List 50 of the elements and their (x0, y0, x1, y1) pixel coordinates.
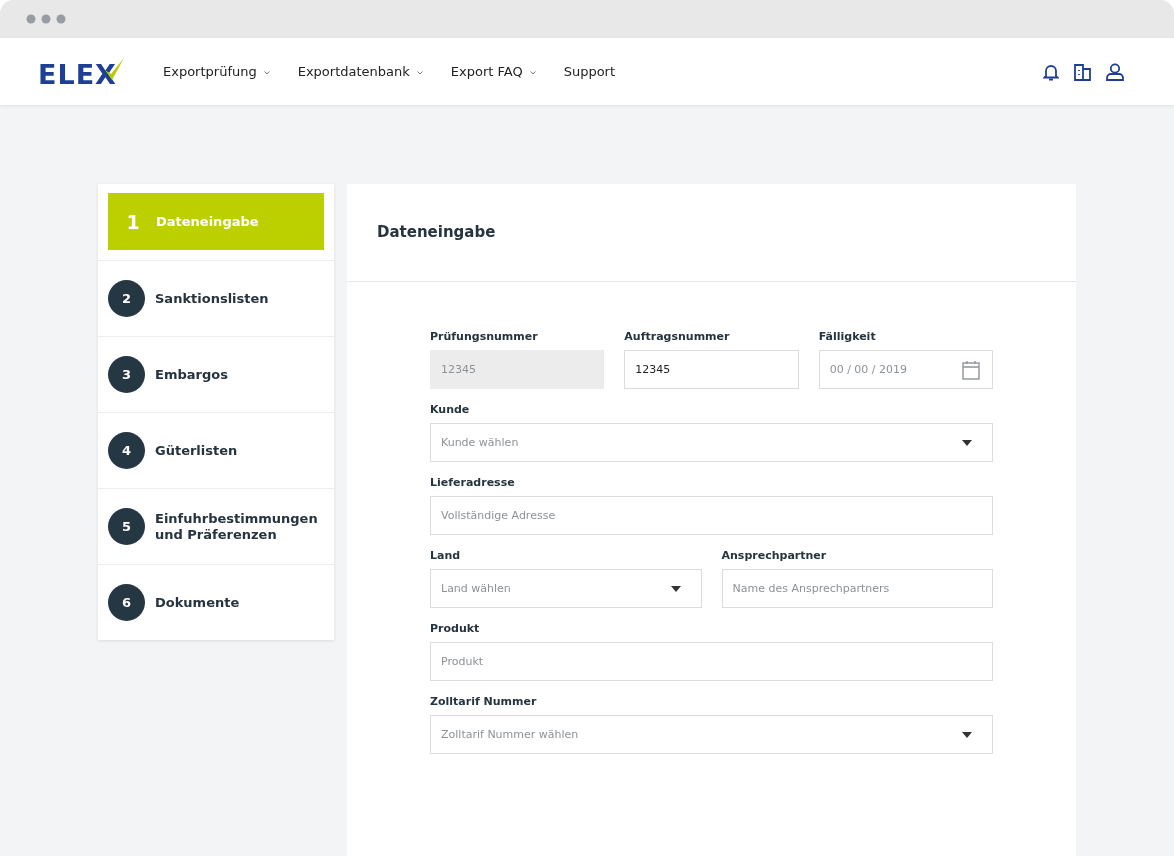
step-number: 2 (108, 280, 145, 317)
chevron-down-icon (263, 70, 270, 75)
select-field[interactable]: Zolltarif Nummer wählen (430, 715, 993, 754)
step-number: 1 (125, 209, 141, 235)
step-label: Dokumente (155, 594, 240, 611)
chevron-down-icon (529, 70, 536, 75)
date-field[interactable]: 00 / 00 / 2019 (818, 350, 993, 389)
select-field[interactable]: Kunde wählen (430, 423, 993, 462)
user-icon[interactable] (1106, 62, 1124, 81)
caret-icon[interactable] (670, 585, 681, 592)
step-label: Sanktionslisten (155, 290, 269, 307)
nav-link[interactable]: Support (563, 64, 616, 79)
step-label: Embargos (155, 366, 228, 383)
input-field[interactable]: Produkt (430, 642, 993, 681)
nav-link[interactable]: Export FAQ (450, 64, 536, 79)
caret-icon[interactable] (962, 439, 972, 446)
step-item[interactable]: 4 Güterlisten (98, 412, 334, 488)
chevron-down-icon (416, 70, 423, 75)
bell-icon[interactable] (1043, 62, 1059, 81)
field-label: Zolltarif Nummer (430, 695, 538, 708)
step-label: Güterlisten (155, 442, 238, 459)
step-number: 6 (108, 584, 145, 621)
step-number: 5 (108, 508, 145, 545)
step-number: 3 (108, 356, 145, 393)
calendar-icon[interactable] (962, 359, 980, 380)
input-field[interactable]: Name des Ansprechpartners (721, 569, 993, 608)
input-field[interactable]: Vollständige Adresse (430, 496, 993, 535)
nav-link[interactable]: Exportdatenbank (297, 64, 423, 79)
field-label: Produkt (430, 622, 481, 635)
logo[interactable]: ELEX (38, 55, 163, 88)
field-label: Land (430, 549, 462, 562)
nav-link[interactable]: Exportprüfung (163, 64, 270, 79)
input-field[interactable]: 12345 (624, 350, 799, 389)
select-field[interactable]: Land wählen (430, 569, 702, 608)
step-item[interactable]: 3 Embargos (98, 336, 334, 412)
step-item[interactable]: 2 Sanktionslisten (98, 260, 334, 336)
caret-icon[interactable] (962, 731, 972, 738)
step-item[interactable]: 5 Einfuhrbestimmungen und Präferenzen (98, 488, 334, 564)
field-label: Lieferadresse (430, 476, 516, 489)
building-icon[interactable] (1074, 62, 1091, 81)
field-label: Prüfungsnummer (430, 330, 539, 343)
step-label: Einfuhrbestimmungen und Präferenzen (155, 510, 319, 543)
field-label: Kunde (430, 403, 471, 416)
card-title: Dateneingabe (347, 184, 1076, 282)
step-label: Dateneingabe (156, 213, 259, 230)
field-label: Ansprechpartner (721, 549, 828, 562)
step-number: 4 (108, 432, 145, 469)
field-label: Fälligkeit (818, 330, 877, 343)
step-item[interactable]: 6 Dokumente (98, 564, 334, 640)
field-label: Auftragsnummer (624, 330, 731, 343)
